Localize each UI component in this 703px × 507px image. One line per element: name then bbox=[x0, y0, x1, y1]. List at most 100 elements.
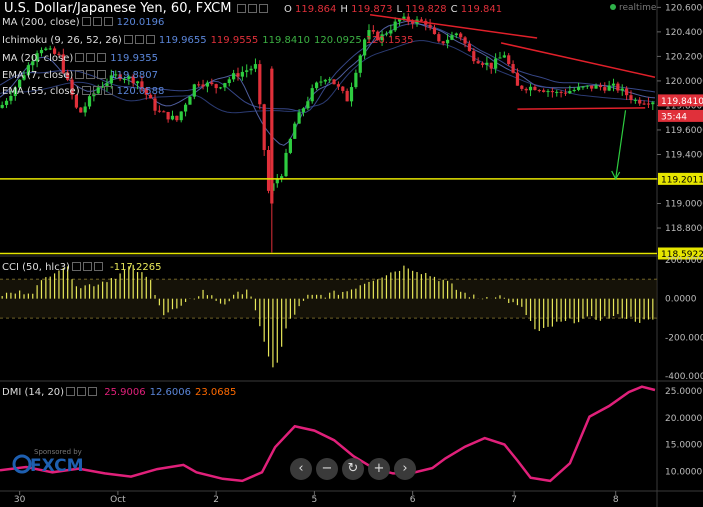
candle-body bbox=[528, 86, 533, 91]
y-tick-label: 119.6000 bbox=[665, 126, 703, 136]
y-tick-label: 120.6000 bbox=[665, 3, 703, 13]
candle-body bbox=[638, 99, 642, 104]
close-icon[interactable] bbox=[145, 35, 155, 44]
visibility-icon[interactable] bbox=[134, 35, 144, 44]
candle-body bbox=[79, 107, 83, 113]
sponsor-brand: FXCM bbox=[30, 456, 84, 476]
y-tick-label: 10.0000 bbox=[665, 467, 702, 477]
indicator-label[interactable]: MA (200, close) bbox=[2, 17, 80, 28]
zoom-out-icon: − bbox=[321, 461, 333, 476]
settings-icon[interactable] bbox=[66, 387, 76, 396]
candle-body bbox=[559, 91, 563, 93]
candle-body bbox=[620, 88, 624, 91]
realtime-badge: realtime bbox=[610, 3, 656, 13]
visibility-icon[interactable] bbox=[92, 86, 102, 95]
candle-body bbox=[607, 85, 611, 91]
settings-icon[interactable] bbox=[248, 4, 257, 13]
indicator-label[interactable]: MA (20, close) bbox=[2, 53, 73, 64]
zoom-in-button[interactable]: + bbox=[368, 458, 390, 480]
cci-label[interactable]: CCI (50, hlc3) bbox=[2, 262, 70, 273]
candle-body bbox=[323, 79, 327, 82]
candle-body bbox=[232, 73, 236, 80]
price-label: 119.8410 bbox=[661, 97, 703, 107]
reset-button[interactable]: ↻ bbox=[342, 458, 364, 480]
candle-body bbox=[437, 34, 441, 42]
close-icon[interactable] bbox=[103, 17, 113, 26]
settings-icon[interactable] bbox=[75, 70, 85, 79]
zoom-out-button[interactable]: − bbox=[316, 458, 338, 480]
candle-body bbox=[236, 73, 240, 77]
settings-icon[interactable] bbox=[81, 17, 91, 26]
rewind-button[interactable]: ‹ bbox=[290, 458, 312, 480]
dmi-value: 23.0685 bbox=[194, 387, 237, 398]
indicator-value: 120.0588 bbox=[116, 86, 165, 97]
indicator-label[interactable]: EMA (55, close) bbox=[2, 86, 80, 97]
x-tick-label: 6 bbox=[410, 495, 416, 505]
candle-body bbox=[445, 39, 450, 44]
candle-body bbox=[157, 110, 161, 112]
y-tick-label: 20.0000 bbox=[665, 414, 702, 424]
candle-body bbox=[594, 85, 598, 89]
dmi-label[interactable]: DMI (14, 20) bbox=[2, 387, 64, 398]
candle-body bbox=[262, 104, 266, 151]
candle-body bbox=[245, 70, 249, 72]
candle-body bbox=[179, 111, 183, 121]
close-icon[interactable] bbox=[97, 53, 107, 62]
indicator-row: EMA (7, close) 119.8807 bbox=[2, 70, 158, 82]
candle-body bbox=[162, 111, 166, 113]
settings-icon[interactable] bbox=[75, 53, 85, 62]
candle-body bbox=[266, 150, 271, 191]
close-icon[interactable] bbox=[97, 70, 107, 79]
indicator-label[interactable]: Ichimoku (9, 26, 52, 26) bbox=[2, 35, 122, 46]
candle-body bbox=[314, 82, 319, 89]
forward-button[interactable]: › bbox=[394, 458, 416, 480]
ohlc-key: O bbox=[284, 4, 292, 15]
candle-body bbox=[201, 84, 205, 87]
visibility-icon[interactable] bbox=[92, 17, 102, 26]
close-icon[interactable] bbox=[93, 262, 103, 271]
visibility-icon[interactable] bbox=[86, 70, 96, 79]
close-icon[interactable] bbox=[103, 86, 113, 95]
candle-body bbox=[489, 62, 493, 69]
x-tick-label: 8 bbox=[613, 495, 619, 505]
ohlc-value: 119.864 bbox=[291, 4, 337, 15]
y-tick-label: 0.0000 bbox=[665, 295, 697, 305]
visibility-icon[interactable] bbox=[259, 4, 268, 13]
x-tick-label: Oct bbox=[110, 495, 126, 505]
y-tick-label: 119.0000 bbox=[665, 200, 703, 210]
settings-icon[interactable] bbox=[81, 86, 91, 95]
candle-body bbox=[576, 87, 581, 90]
candle-body bbox=[170, 115, 175, 120]
candle-body bbox=[546, 91, 550, 93]
indicator-label[interactable]: EMA (7, close) bbox=[2, 70, 73, 81]
visibility-icon[interactable] bbox=[86, 53, 96, 62]
candle-body bbox=[270, 68, 274, 204]
reset-icon: ↻ bbox=[347, 461, 359, 476]
forward-icon: › bbox=[402, 461, 408, 476]
cci-legend: CCI (50, hlc3) -117.2265 bbox=[2, 262, 161, 274]
candle-body bbox=[524, 88, 528, 91]
indicator-row: MA (20, close) 119.9355 bbox=[2, 53, 158, 65]
settings-icon[interactable] bbox=[71, 262, 81, 271]
candle-body bbox=[520, 85, 524, 89]
visibility-icon[interactable] bbox=[77, 387, 87, 396]
candle-body bbox=[476, 61, 480, 64]
candle-body bbox=[646, 103, 651, 105]
chevron-down-icon[interactable] bbox=[237, 4, 246, 13]
settings-icon[interactable] bbox=[123, 35, 133, 44]
candle-body bbox=[598, 85, 603, 88]
y-tick-label: 120.2000 bbox=[665, 52, 703, 62]
y-tick-label: 118.8000 bbox=[665, 224, 703, 234]
candle-body bbox=[563, 92, 568, 94]
y-tick-label: 15.0000 bbox=[665, 441, 702, 451]
y-tick-label: 25.0000 bbox=[665, 387, 702, 397]
candle-body bbox=[428, 24, 432, 28]
dmi-value: 12.6006 bbox=[149, 387, 191, 398]
close-icon[interactable] bbox=[88, 387, 98, 396]
candle-body bbox=[223, 83, 227, 88]
candle-body bbox=[642, 103, 646, 105]
ohlc-value: 119.841 bbox=[457, 4, 503, 15]
visibility-icon[interactable] bbox=[82, 262, 92, 271]
candle-body bbox=[459, 33, 463, 38]
ohlc-key: C bbox=[450, 4, 458, 15]
